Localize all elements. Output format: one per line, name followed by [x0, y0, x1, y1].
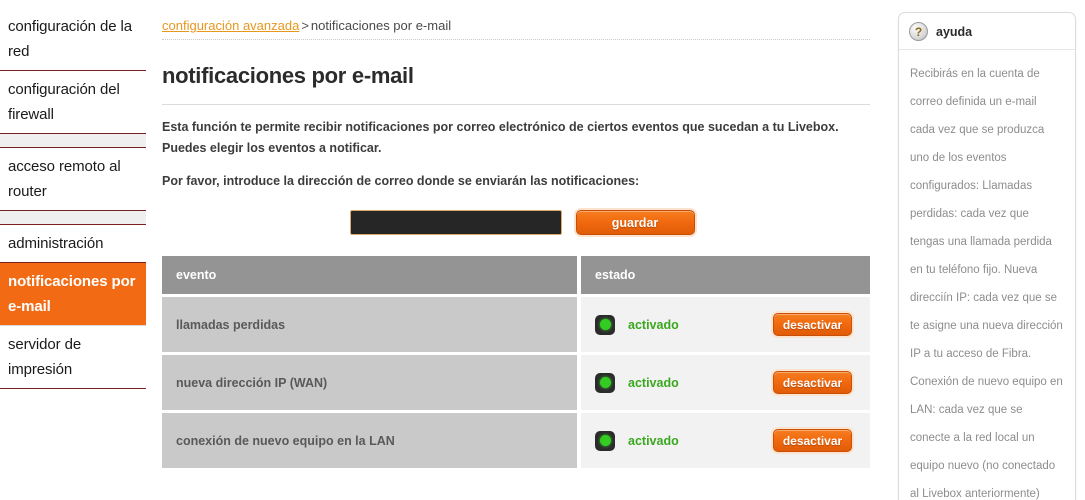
- sidebar-item-firewall-config[interactable]: configuración del firewall: [0, 71, 146, 134]
- event-name-cell: llamadas perdidas: [162, 297, 577, 353]
- sidebar-divider-1: [0, 134, 146, 148]
- status-badge: activado: [628, 317, 679, 332]
- sidebar-item-print-server[interactable]: servidor de impresión: [0, 326, 146, 389]
- column-header-event: evento: [162, 256, 577, 295]
- email-input[interactable]: [349, 210, 562, 236]
- sidebar-item-network-config[interactable]: configuración de la red: [0, 8, 146, 71]
- sidebar-item-remote-access[interactable]: acceso remoto al router: [0, 148, 146, 211]
- help-panel-title: ayuda: [936, 24, 973, 39]
- save-button[interactable]: guardar: [575, 210, 695, 236]
- event-name-cell: conexión de nuevo equipo en la LAN: [162, 413, 577, 469]
- status-indicator-dot: [599, 377, 611, 389]
- breadcrumb-current: notificaciones por e-mail: [310, 18, 452, 33]
- table-row: llamadas perdidas activado desactivar: [162, 297, 870, 353]
- title-divider: [162, 103, 870, 105]
- status-badge: activado: [628, 433, 679, 448]
- help-panel-text: Recibirás en la cuenta de correo definid…: [910, 68, 1063, 500]
- help-panel-header: ? ayuda: [899, 13, 1075, 50]
- event-state-cell: activado desactivar: [581, 413, 870, 469]
- breadcrumb-separator: >: [301, 18, 309, 33]
- table-header-row: evento estado: [162, 256, 870, 295]
- sidebar-nav: configuración de la red configuración de…: [0, 8, 146, 389]
- breadcrumb: configuración avanzada > notificaciones po…: [162, 0, 870, 33]
- status-badge: activado: [628, 375, 679, 390]
- sidebar-item-label: administración: [8, 235, 104, 252]
- status-indicator-dot: [599, 435, 611, 447]
- deactivate-button[interactable]: desactivar: [773, 371, 852, 395]
- event-name-cell: nueva dirección IP (WAN): [162, 355, 577, 411]
- status-toggle-icon[interactable]: [595, 314, 615, 335]
- intro-paragraph: Esta función te permite recibir notifica…: [162, 119, 839, 155]
- help-panel-ayuda: ? ayuda Recibirás en la cuenta de correo…: [898, 12, 1076, 500]
- event-state-cell: activado desactivar: [581, 297, 870, 353]
- sidebar-divider-2: [0, 211, 146, 225]
- help-panel-body: Recibirás en la cuenta de correo definid…: [899, 50, 1075, 500]
- column-header-state: estado: [581, 256, 870, 295]
- events-table: evento estado llamadas perdidas activado…: [162, 256, 870, 469]
- sidebar-item-email-notifications[interactable]: notificaciones por e-mail: [0, 263, 146, 326]
- sidebar-item-label: servidor de impresión: [8, 336, 82, 378]
- email-form-row: guardar: [162, 210, 870, 236]
- help-rail: ? ayuda Recibirás en la cuenta de correo…: [898, 12, 1076, 500]
- status-toggle-icon[interactable]: [595, 372, 615, 393]
- sidebar-item-label: configuración del firewall: [8, 81, 120, 123]
- question-mark-icon: ?: [909, 22, 928, 41]
- main-content: configuración avanzada > notificaciones po…: [162, 0, 870, 469]
- instruction-paragraph: Por favor, introduce la dirección de cor…: [162, 174, 640, 189]
- event-state-cell: activado desactivar: [581, 355, 870, 411]
- sidebar-item-label: notificaciones por e-mail: [8, 273, 136, 315]
- page-title: notificaciones por e-mail: [162, 63, 414, 88]
- table-row: conexión de nuevo equipo en la LAN activ…: [162, 413, 870, 469]
- table-row: nueva dirección IP (WAN) activado desact…: [162, 355, 870, 411]
- sidebar-item-administration[interactable]: administración: [0, 225, 146, 263]
- deactivate-button[interactable]: desactivar: [773, 313, 852, 337]
- sidebar-item-label: configuración de la red: [8, 18, 133, 60]
- status-indicator-dot: [599, 319, 611, 331]
- breadcrumb-divider: [162, 39, 870, 40]
- breadcrumb-link-advanced-config[interactable]: configuración avanzada: [162, 18, 299, 33]
- page-root: configuración de la red configuración de…: [0, 0, 1085, 500]
- status-toggle-icon[interactable]: [595, 430, 615, 451]
- sidebar-item-label: acceso remoto al router: [8, 158, 121, 200]
- deactivate-button[interactable]: desactivar: [773, 429, 852, 453]
